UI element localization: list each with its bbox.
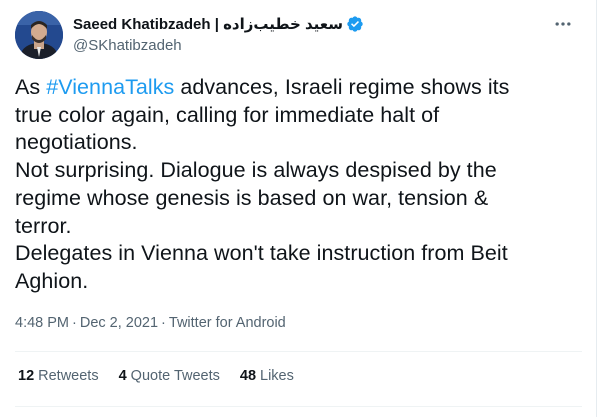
tweet-line: Not surprising. Dialogue is always despi… — [15, 158, 497, 183]
tweet-text-after: advances, Israeli regime shows its — [174, 75, 510, 99]
display-name-row: Saeed Khatibzadeh | سعید خطیب‌زاده — [73, 14, 364, 34]
author-handle[interactable]: @SKhatibzadeh — [73, 37, 364, 56]
tweet-line: Delegates in Vienna won't take instructi… — [15, 241, 508, 266]
tweet-header: Saeed Khatibzadeh | سعید خطیب‌زاده @SKha… — [15, 11, 582, 59]
tweet-time[interactable]: 4:48 PM — [15, 315, 69, 331]
tweet-stats: 12 Retweets 4 Quote Tweets 48 Likes — [18, 368, 314, 384]
likes-stat[interactable]: 48 Likes — [240, 368, 294, 384]
retweets-count: 12 — [18, 368, 35, 384]
tweet-card: Saeed Khatibzadeh | سعید خطیب‌زاده @SKha… — [0, 0, 597, 417]
tweet-meta: 4:48 PM · Dec 2, 2021 · Twitter for Android — [15, 315, 286, 331]
retweets-label: Retweets — [38, 368, 99, 384]
meta-separator: · — [72, 315, 77, 331]
more-options-button[interactable] — [548, 14, 578, 34]
tweet-source[interactable]: Twitter for Android — [169, 315, 286, 331]
tweet-line: negotiations. — [15, 130, 138, 155]
hashtag-link[interactable]: #ViennaTalks — [46, 75, 174, 99]
likes-label: Likes — [260, 368, 294, 384]
divider — [15, 351, 582, 352]
more-horizontal-icon — [555, 22, 571, 26]
display-name[interactable]: Saeed Khatibzadeh | سعید خطیب‌زاده — [73, 15, 343, 33]
divider — [15, 406, 582, 407]
tweet-line: As #ViennaTalks advances, Israeli regime… — [15, 74, 585, 102]
tweet-line: true color again, calling for immediate … — [15, 102, 440, 127]
tweet-line: terror. — [15, 213, 72, 238]
quote-tweets-stat[interactable]: 4 Quote Tweets — [119, 368, 220, 384]
tweet-line: Aghion. — [15, 268, 89, 293]
likes-count: 48 — [239, 368, 257, 384]
author-names: Saeed Khatibzadeh | سعید خطیب‌زاده @SKha… — [73, 14, 364, 56]
tweet-text: As #ViennaTalks advances, Israeli regime… — [15, 74, 585, 296]
tweet-date[interactable]: Dec 2, 2021 — [80, 315, 158, 331]
avatar-portrait-icon — [15, 11, 63, 59]
tweet-line: regime whose genesis is based on war, te… — [15, 185, 489, 210]
retweets-stat[interactable]: 12 Retweets — [18, 368, 99, 384]
meta-separator: · — [161, 315, 166, 331]
verified-badge-icon — [347, 16, 363, 32]
tweet-text-before: As — [15, 75, 47, 99]
quote-tweets-label: Quote Tweets — [130, 368, 220, 384]
quote-tweets-count: 4 — [118, 368, 127, 384]
avatar[interactable] — [15, 11, 63, 59]
